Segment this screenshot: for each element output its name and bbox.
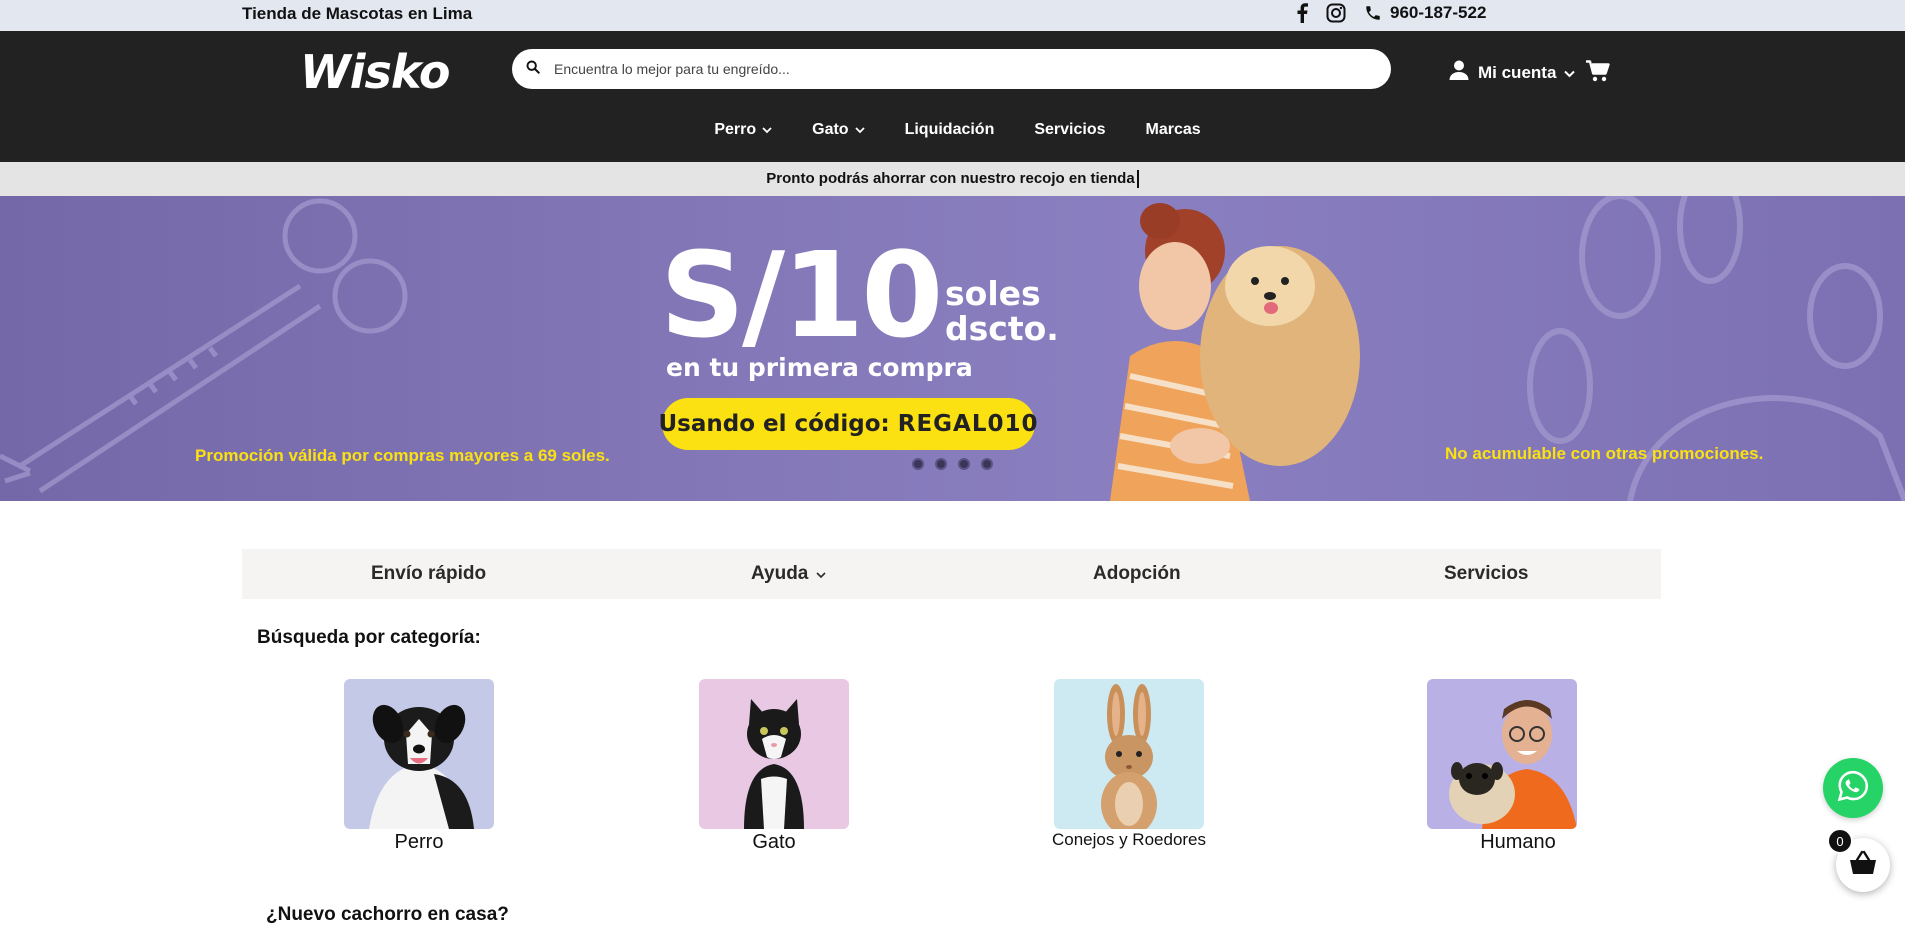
phone-link[interactable]: 960-187-522 — [1364, 3, 1486, 23]
info-item-label: Servicios — [1444, 563, 1529, 584]
info-item-adopcion[interactable]: Adopción — [1093, 563, 1181, 585]
category-perro-image[interactable] — [344, 679, 494, 829]
discount-unit: soles dscto. — [945, 276, 1059, 346]
hero-subtitle: en tu primera compra — [666, 353, 973, 382]
carousel-dot-2[interactable] — [935, 458, 947, 470]
category-humano-label[interactable]: Humano — [1443, 831, 1593, 854]
carousel-dot-4[interactable] — [981, 458, 993, 470]
nav-label: Liquidación — [904, 121, 995, 138]
account-menu[interactable]: Mi cuenta — [1448, 59, 1576, 86]
cat-image — [744, 699, 804, 829]
category-perro-label[interactable]: Perro — [344, 831, 494, 854]
info-item-label: Envío rápido — [371, 563, 487, 584]
basket-icon — [1848, 850, 1878, 881]
main-navigation: Perro Gato Liquidación Servicios Marcas — [0, 121, 1905, 139]
info-item-label: Adopción — [1093, 563, 1181, 584]
search-bar — [512, 49, 1391, 89]
carousel-dot-3[interactable] — [958, 458, 970, 470]
promo-exclusion: No acumulable con otras promociones. — [1445, 444, 1764, 463]
chevron-down-icon — [854, 121, 865, 139]
carousel-dots — [912, 458, 993, 470]
man-with-pug-image — [1449, 700, 1577, 829]
dog-image — [369, 704, 474, 829]
search-input[interactable] — [554, 61, 1354, 77]
coupon-prefix: Usando el código: — [658, 411, 898, 437]
user-icon — [1448, 59, 1470, 86]
chevron-down-icon — [816, 563, 826, 585]
rabbit-image — [1101, 684, 1157, 829]
chevron-down-icon — [1564, 63, 1576, 83]
nav-label: Servicios — [1034, 121, 1106, 138]
puppy-section-title: ¿Nuevo cachorro en casa? — [266, 904, 509, 925]
woman-with-dog-image — [1110, 203, 1360, 501]
whatsapp-icon — [1836, 769, 1870, 808]
chevron-down-icon — [762, 121, 772, 139]
category-section-title: Búsqueda por categoría: — [257, 627, 481, 648]
nav-label: Perro — [714, 121, 757, 138]
info-item-servicios[interactable]: Servicios — [1444, 563, 1529, 585]
cart-count-badge: 0 — [1827, 828, 1853, 854]
nav-item-liquidacion[interactable]: Liquidación — [905, 121, 995, 139]
top-bar: Tienda de Mascotas en Lima 960-187-522 — [0, 0, 1905, 31]
category-conejos-label[interactable]: Conejos y Roedores — [1029, 830, 1229, 850]
info-item-envio-rapido[interactable]: Envío rápido — [371, 563, 486, 585]
account-label: Mi cuenta — [1478, 62, 1557, 82]
carousel-dot-1[interactable] — [912, 458, 924, 470]
category-humano-image[interactable] — [1427, 679, 1577, 829]
nav-item-marcas[interactable]: Marcas — [1146, 121, 1201, 139]
announcement-bar: Pronto podrás ahorrar con nuestro recojo… — [0, 162, 1905, 196]
category-conejos-image[interactable] — [1054, 679, 1204, 829]
store-title: Tienda de Mascotas en Lima — [242, 4, 473, 23]
coupon-code: REGAL010 — [897, 411, 1039, 437]
info-bar: Envío rápido Ayuda Adopción Servicios — [242, 549, 1661, 599]
promo-condition: Promoción válida por compras mayores a 6… — [195, 446, 610, 465]
hero-banner[interactable]: S/10 soles dscto. en tu primera compra U… — [0, 196, 1905, 501]
info-item-ayuda[interactable]: Ayuda — [751, 563, 826, 585]
info-item-label: Ayuda — [751, 563, 809, 584]
nav-item-gato[interactable]: Gato — [812, 121, 865, 139]
discount-amount: S/10 — [660, 226, 943, 364]
category-gato-image[interactable] — [699, 679, 849, 829]
nav-item-perro[interactable]: Perro — [714, 121, 772, 139]
whatsapp-button[interactable] — [1823, 758, 1883, 818]
phone-number: 960-187-522 — [1390, 3, 1487, 22]
site-logo[interactable]: Wisko — [300, 45, 450, 99]
nav-label: Marcas — [1145, 121, 1201, 138]
text-cursor — [1136, 170, 1139, 189]
nav-label: Gato — [812, 121, 849, 138]
soles-line: soles — [945, 274, 1041, 313]
nav-item-servicios[interactable]: Servicios — [1034, 121, 1105, 139]
announcement-text: Pronto podrás ahorrar con nuestro recojo… — [766, 170, 1135, 187]
facebook-icon[interactable] — [1296, 3, 1308, 23]
cart-icon[interactable] — [1586, 60, 1610, 87]
search-icon[interactable] — [526, 60, 540, 79]
category-gato-label[interactable]: Gato — [699, 831, 849, 854]
coupon-pill: Usando el código: REGAL010 — [658, 398, 1038, 450]
dscto-line: dscto. — [945, 309, 1059, 348]
main-header: Wisko Mi cuenta Perro Gato Liquidación S — [0, 31, 1905, 162]
phone-icon — [1364, 4, 1382, 22]
social-links: 960-187-522 — [1296, 3, 1486, 23]
instagram-icon[interactable] — [1326, 3, 1346, 23]
